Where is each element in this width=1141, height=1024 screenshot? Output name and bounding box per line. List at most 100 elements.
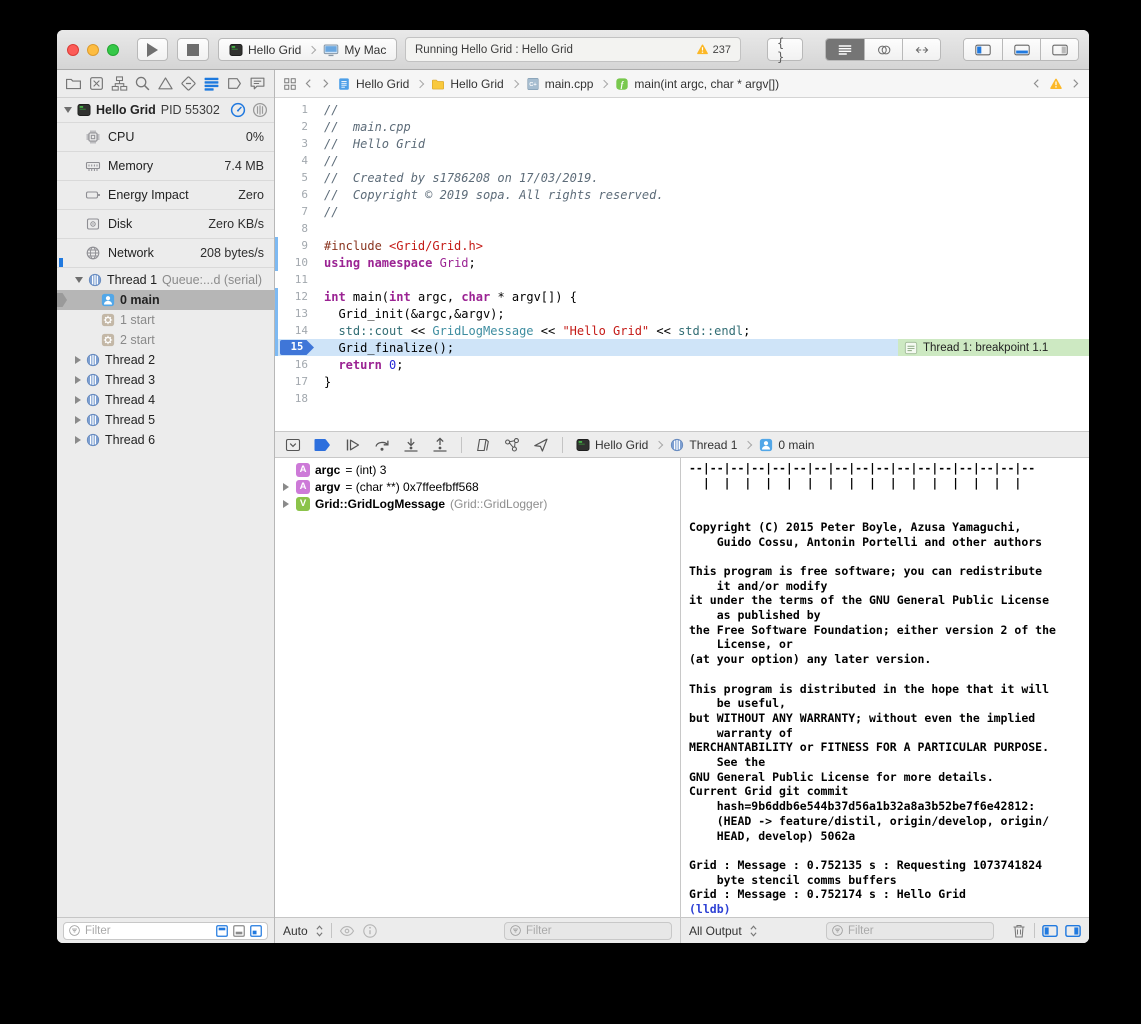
code-line[interactable]: 7//: [275, 203, 1089, 220]
code-line[interactable]: 6// Copyright © 2019 sopa. All rights re…: [275, 186, 1089, 203]
line-number-gutter[interactable]: 6: [278, 188, 315, 201]
line-number-gutter[interactable]: 14: [278, 324, 315, 337]
gauge-row-disk[interactable]: Disk Zero KB/s: [57, 209, 274, 238]
breadcrumb-item[interactable]: C+main.cpp: [526, 77, 594, 91]
line-number-gutter[interactable]: 9: [278, 239, 315, 252]
disclosure-triangle[interactable]: [64, 107, 72, 113]
disclosure-triangle[interactable]: [75, 396, 81, 404]
disclosure-triangle[interactable]: [283, 500, 289, 508]
warning-icon[interactable]: [1049, 77, 1063, 91]
related-items-icon[interactable]: [283, 77, 297, 91]
scheme-selector[interactable]: Hello Grid My Mac: [218, 38, 397, 61]
code-line[interactable]: 10using namespace Grid;: [275, 254, 1089, 271]
code-line[interactable]: 15 Grid_finalize();Thread 1: breakpoint …: [275, 339, 1089, 356]
back-button[interactable]: [303, 78, 314, 89]
breadcrumb-item[interactable]: fmain(int argc, char * argv[]): [615, 77, 779, 91]
tests-navigator-icon[interactable]: [180, 75, 197, 92]
breakpoints-navigator-icon[interactable]: [226, 75, 243, 92]
forward-button[interactable]: [320, 78, 331, 89]
line-number-gutter[interactable]: 10: [278, 256, 315, 269]
code-line[interactable]: 5// Created by s1786208 on 17/03/2019.: [275, 169, 1089, 186]
code-line[interactable]: 18: [275, 390, 1089, 407]
trash-icon[interactable]: [1011, 923, 1027, 939]
assistant-editor-button[interactable]: [864, 39, 902, 60]
process-row[interactable]: Hello Grid PID 55302: [57, 98, 274, 122]
disclosure-triangle[interactable]: [75, 436, 81, 444]
hide-debug-area-button[interactable]: [285, 437, 301, 453]
toggle-navigator-button[interactable]: [964, 39, 1002, 60]
project-navigator-icon[interactable]: [65, 75, 82, 92]
info-icon[interactable]: [362, 923, 378, 939]
stack-frame-row[interactable]: 0 main: [57, 290, 274, 310]
line-number-gutter[interactable]: 5: [278, 171, 315, 184]
thread-row[interactable]: Thread 5: [57, 410, 274, 430]
breadcrumb-item[interactable]: Hello Grid: [337, 77, 409, 91]
zoom-window-button[interactable]: [107, 44, 119, 56]
line-number-gutter[interactable]: 2: [278, 120, 315, 133]
line-number-gutter[interactable]: 7: [278, 205, 315, 218]
stack-frame-row[interactable]: 1 start: [57, 310, 274, 330]
disclosure-triangle[interactable]: [283, 483, 289, 491]
code-line[interactable]: 3// Hello Grid: [275, 135, 1089, 152]
code-line[interactable]: 14 std::cout << GridLogMessage << "Hello…: [275, 322, 1089, 339]
toggle-inspectors-button[interactable]: [1040, 39, 1078, 60]
breadcrumb-item[interactable]: 0 main: [759, 438, 814, 452]
thread-row[interactable]: Thread 1Queue:...d (serial): [57, 270, 274, 290]
debug-navigator-icon[interactable]: [203, 75, 220, 92]
show-debug-symbols-icon[interactable]: [249, 924, 263, 938]
close-window-button[interactable]: [67, 44, 79, 56]
warning-count-badge[interactable]: 237: [696, 43, 731, 56]
breakpoints-toggle-button[interactable]: [314, 438, 332, 452]
line-number-gutter[interactable]: 8: [278, 222, 315, 235]
gauge-row-network[interactable]: Network 208 bytes/s: [57, 238, 274, 267]
standard-editor-button[interactable]: [826, 39, 864, 60]
run-button[interactable]: [137, 38, 168, 61]
step-out-button[interactable]: [432, 437, 448, 453]
thread-row[interactable]: Thread 4: [57, 390, 274, 410]
toggle-console-view-icon[interactable]: [1065, 923, 1081, 939]
continue-button[interactable]: [345, 437, 361, 453]
reports-navigator-icon[interactable]: [249, 75, 266, 92]
breadcrumb-item[interactable]: Hello Grid: [576, 438, 648, 452]
console-output[interactable]: --|--|--|--|--|--|--|--|--|--|--|--|--|-…: [681, 458, 1089, 917]
scope-selector[interactable]: Auto: [283, 924, 308, 938]
code-line[interactable]: 2// main.cpp: [275, 118, 1089, 135]
console-filter-input[interactable]: [848, 925, 989, 937]
issues-navigator-icon[interactable]: [157, 75, 174, 92]
source-editor[interactable]: 1//2// main.cpp3// Hello Grid4//5// Crea…: [275, 98, 1089, 431]
variable-row[interactable]: V Grid::GridLogMessage (Grid::GridLogger…: [275, 495, 680, 512]
symbols-navigator-icon[interactable]: [111, 75, 128, 92]
thread-view-icon[interactable]: [252, 102, 268, 118]
code-line[interactable]: 1//: [275, 101, 1089, 118]
line-number-gutter[interactable]: 12: [278, 290, 315, 303]
variable-row[interactable]: A argv = (char **) 0x7ffeefbff568: [275, 478, 680, 495]
code-line[interactable]: 9#include <Grid/Grid.h>: [275, 237, 1089, 254]
source-control-navigator-icon[interactable]: [88, 75, 105, 92]
view-hierarchy-button[interactable]: [475, 437, 491, 453]
line-number-gutter[interactable]: 15: [278, 340, 315, 355]
code-line[interactable]: 17}: [275, 373, 1089, 390]
variable-row[interactable]: A argc = (int) 3: [275, 461, 680, 478]
simulate-location-button[interactable]: [533, 437, 549, 453]
code-line[interactable]: 11: [275, 271, 1089, 288]
lldb-prompt[interactable]: (lldb): [689, 902, 731, 916]
thread-row[interactable]: Thread 2: [57, 350, 274, 370]
line-number-gutter[interactable]: 3: [278, 137, 315, 150]
toggle-variables-view-icon[interactable]: [1042, 923, 1058, 939]
console-filter-field[interactable]: [826, 922, 994, 940]
library-button[interactable]: { }: [767, 38, 803, 61]
code-line[interactable]: 4//: [275, 152, 1089, 169]
sidebar-filter-input[interactable]: [85, 925, 207, 937]
stack-frame-row[interactable]: 2 start: [57, 330, 274, 350]
line-number-gutter[interactable]: 4: [278, 154, 315, 167]
line-number-gutter[interactable]: 1: [278, 103, 315, 116]
line-number-gutter[interactable]: 11: [278, 273, 315, 286]
step-into-button[interactable]: [403, 437, 419, 453]
output-scope-selector[interactable]: All Output: [689, 924, 742, 938]
line-number-gutter[interactable]: 13: [278, 307, 315, 320]
next-issue-button[interactable]: [1070, 78, 1081, 89]
disclosure-triangle[interactable]: [75, 376, 81, 384]
disclosure-triangle[interactable]: [75, 356, 81, 364]
stop-button[interactable]: [177, 38, 209, 61]
stepper-icon[interactable]: [749, 924, 758, 938]
